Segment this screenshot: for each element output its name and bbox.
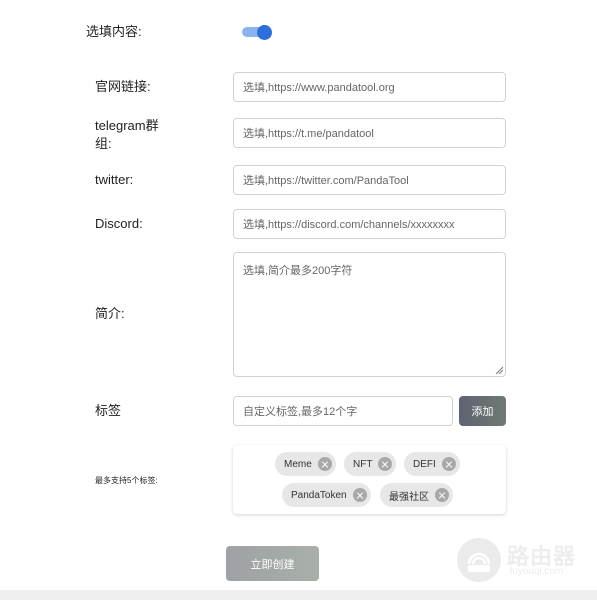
add-tag-button[interactable]: 添加 bbox=[459, 396, 506, 426]
tag-chip: PandaToken bbox=[282, 483, 371, 507]
create-button[interactable]: 立即创建 bbox=[226, 546, 319, 581]
website-label: 官网链接: bbox=[95, 79, 151, 94]
toggle-knob bbox=[257, 25, 272, 40]
intro-textarea[interactable]: 选填,简介最多200字符 bbox=[233, 252, 506, 377]
tag-text: Meme bbox=[284, 458, 312, 470]
watermark: 路由器 luyouqi.com bbox=[455, 535, 585, 585]
tag-chip: DEFI bbox=[404, 452, 460, 476]
tag-chip: 最强社区 bbox=[380, 483, 453, 507]
tag-chip: Meme bbox=[275, 452, 336, 476]
resize-handle-icon[interactable] bbox=[495, 366, 503, 374]
tag-text: PandaToken bbox=[291, 489, 347, 501]
router-logo-icon bbox=[457, 538, 501, 582]
optional-content-label: 选填内容: bbox=[86, 24, 142, 39]
discord-input[interactable]: 选填,https://discord.com/channels/xxxxxxxx bbox=[233, 209, 506, 239]
close-icon[interactable] bbox=[441, 457, 456, 471]
tags-label: 标签 bbox=[95, 403, 122, 418]
tag-text: 最强社区 bbox=[389, 491, 429, 503]
telegram-label-line2: 组: bbox=[95, 136, 112, 151]
telegram-label-line1: telegram群 bbox=[95, 118, 159, 133]
close-icon[interactable] bbox=[317, 457, 332, 471]
watermark-subtitle: luyouqi.com bbox=[510, 566, 564, 577]
website-input[interactable]: 选填,https://www.pandatool.org bbox=[233, 72, 506, 102]
intro-placeholder: 选填,简介最多200字符 bbox=[243, 265, 353, 277]
tag-text: NFT bbox=[353, 458, 373, 470]
close-icon[interactable] bbox=[352, 488, 367, 502]
telegram-input[interactable]: 选填,https://t.me/pandatool bbox=[233, 118, 506, 148]
twitter-input[interactable]: 选填,https://twitter.com/PandaTool bbox=[233, 165, 506, 195]
footer-bar bbox=[0, 590, 597, 600]
intro-label: 简介: bbox=[95, 306, 125, 321]
close-icon[interactable] bbox=[378, 457, 393, 471]
tag-input[interactable]: 自定义标签,最多12个字 bbox=[233, 396, 453, 426]
tag-text: DEFI bbox=[413, 458, 436, 470]
discord-label: Discord: bbox=[95, 216, 143, 231]
optional-content-toggle[interactable] bbox=[242, 25, 272, 40]
twitter-label: twitter: bbox=[95, 172, 134, 187]
close-icon[interactable] bbox=[435, 488, 449, 502]
telegram-label: telegram群 组: bbox=[95, 117, 159, 153]
tags-support-label: 最多支持5个标签: bbox=[95, 476, 158, 485]
tag-list: Meme NFT DEFI PandaToken 最强社区 bbox=[233, 445, 506, 514]
tag-chip: NFT bbox=[344, 452, 397, 476]
